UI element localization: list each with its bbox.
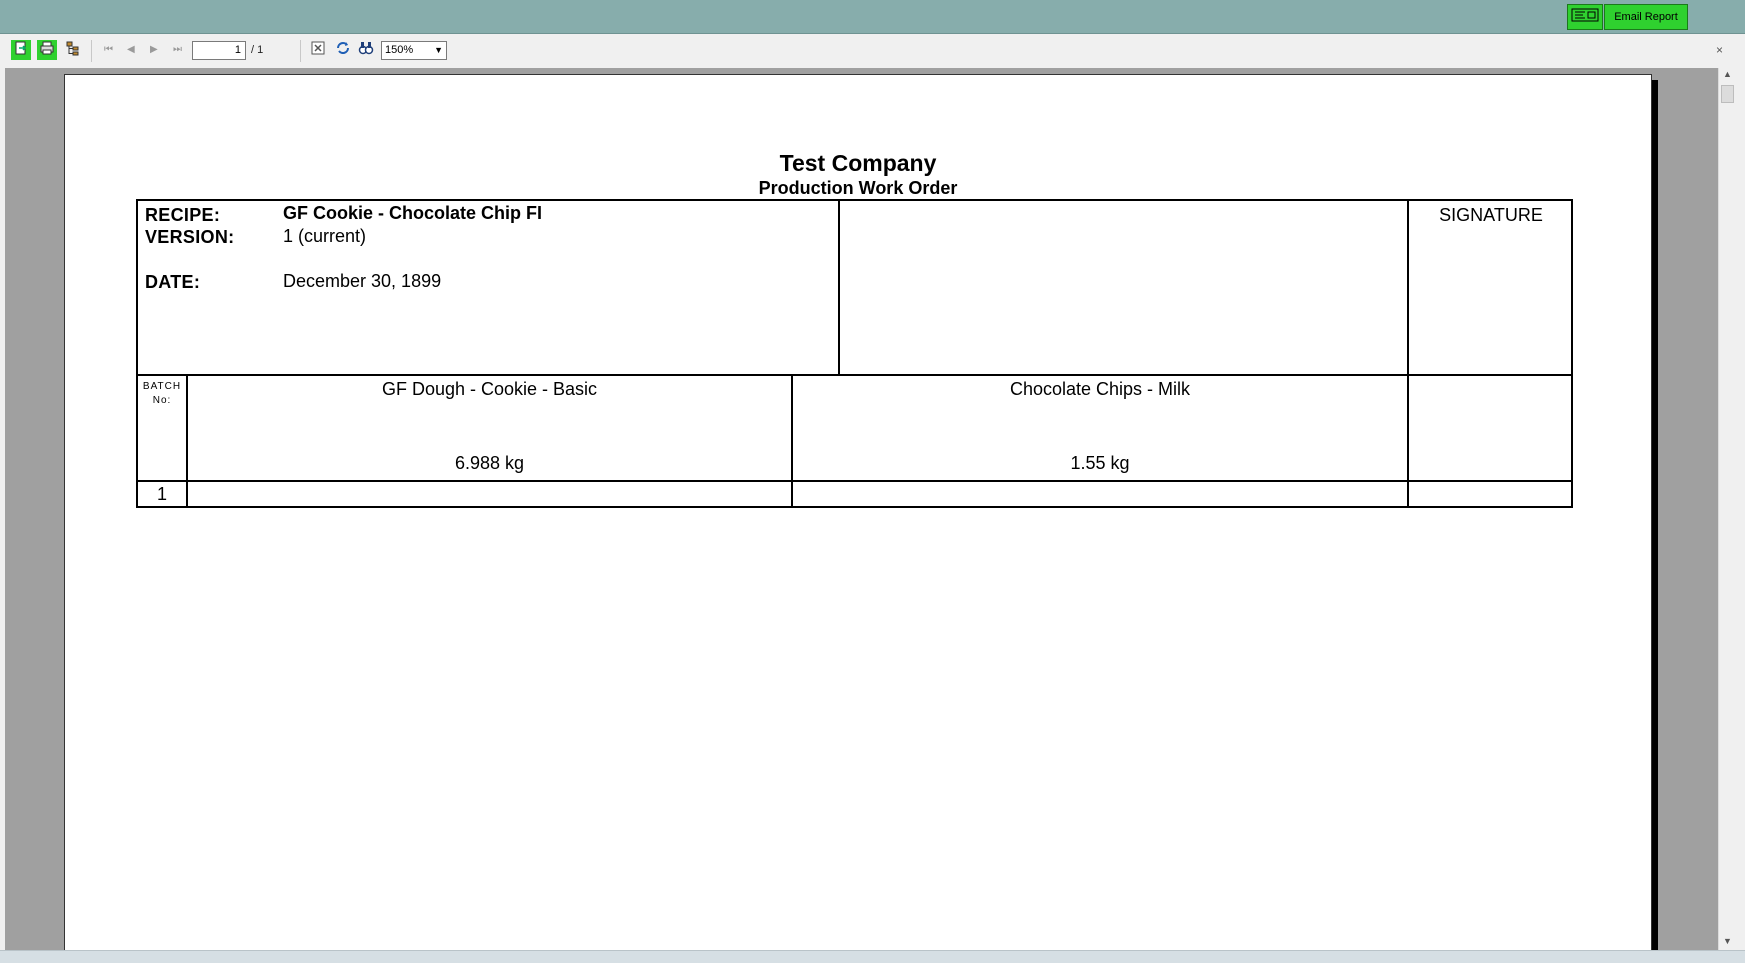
email-report-button[interactable]: Email Report	[1604, 4, 1688, 30]
ingredient-amount-2: 1.55 kg	[1070, 453, 1130, 473]
batch-label-line1: BATCH	[142, 381, 182, 392]
ingredient-name-2: Chocolate Chips - Milk	[1009, 379, 1191, 399]
group-tree-button[interactable]	[63, 40, 83, 60]
group-tree-icon	[65, 40, 81, 61]
recipe-label: RECIPE:	[145, 205, 221, 225]
scroll-thumb[interactable]	[1721, 85, 1734, 103]
search-button[interactable]	[356, 40, 376, 60]
email-icon	[1571, 8, 1599, 27]
vertical-scrollbar[interactable]: ▲ ▼	[1718, 68, 1737, 950]
close-icon[interactable]: ×	[1716, 43, 1723, 57]
stop-button[interactable]	[308, 40, 328, 60]
print-icon	[39, 40, 55, 61]
report-toolbar: ⏮ ◀ ▶ ⏭ 1 / 1 150% ▼ ×	[0, 34, 1745, 66]
batch-label-line2: No:	[152, 395, 172, 406]
export-icon	[13, 40, 29, 61]
email-icon-button[interactable]	[1567, 4, 1603, 30]
status-bar	[0, 950, 1745, 963]
search-icon	[358, 40, 374, 61]
table-divider	[136, 480, 1573, 482]
report-viewer: Test Company Production Work Order RECIP…	[5, 68, 1718, 950]
first-page-icon[interactable]: ⏮	[104, 44, 113, 55]
toolbar-separator	[300, 40, 301, 62]
zoom-value: 150%	[385, 44, 414, 56]
previous-page-icon[interactable]: ◀	[127, 44, 135, 55]
date-value: December 30, 1899	[283, 271, 442, 291]
signature-label: SIGNATURE	[1439, 205, 1543, 225]
batch-label: BATCH No:	[138, 380, 186, 408]
last-page-icon[interactable]: ⏭	[173, 44, 182, 55]
version-label: VERSION:	[145, 227, 235, 247]
scroll-up-icon[interactable]: ▲	[1723, 69, 1732, 79]
chevron-down-icon: ▼	[434, 45, 443, 55]
refresh-button[interactable]	[333, 40, 353, 60]
batch-number: 1	[156, 484, 167, 504]
print-button[interactable]	[37, 40, 57, 60]
ingredient-name-1: GF Dough - Cookie - Basic	[381, 379, 598, 399]
table-divider	[838, 199, 840, 374]
recipe-value: GF Cookie - Chocolate Chip FI	[283, 203, 543, 223]
stop-icon	[311, 41, 325, 60]
toolbar-separator	[91, 40, 92, 62]
table-divider	[136, 374, 1573, 376]
title-bar	[0, 0, 1745, 34]
refresh-icon	[335, 40, 351, 61]
company-name: Test Company	[779, 150, 937, 176]
report-page: Test Company Production Work Order RECIP…	[64, 74, 1652, 950]
scroll-down-icon[interactable]: ▼	[1723, 936, 1732, 946]
page-number-input[interactable]: 1	[192, 41, 246, 60]
table-divider	[1407, 199, 1409, 508]
report-title: Production Work Order	[758, 178, 958, 198]
version-value: 1 (current)	[283, 226, 367, 246]
next-page-icon[interactable]: ▶	[150, 44, 158, 55]
date-label: DATE:	[145, 272, 201, 292]
export-button[interactable]	[11, 40, 31, 60]
page-total: / 1	[251, 44, 264, 56]
zoom-select[interactable]: 150% ▼	[381, 41, 447, 60]
ingredient-amount-1: 6.988 kg	[454, 453, 525, 473]
